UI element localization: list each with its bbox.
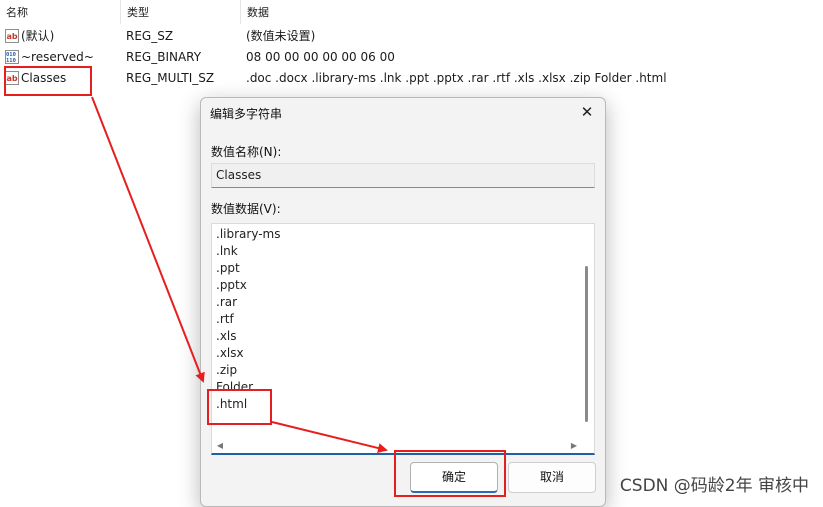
value-type: REG_MULTI_SZ [126, 71, 215, 85]
string-value-icon: ab [5, 29, 19, 43]
value-name: (默认) [21, 29, 55, 43]
value-data-line: Folder [216, 380, 254, 394]
value-data-textarea[interactable]: .library-ms .lnk .ppt .pptx .rar .rtf .x… [211, 223, 595, 455]
value-data-line: .library-ms [216, 227, 281, 241]
svg-text:110: 110 [6, 58, 16, 64]
value-data-lines: .library-ms .lnk .ppt .pptx .rar .rtf .x… [216, 226, 280, 413]
ok-button[interactable]: 确定 [410, 462, 498, 493]
value-data-line: .html [216, 397, 248, 411]
value-data: (数值未设置) [246, 29, 316, 43]
value-name: Classes [21, 71, 67, 85]
vertical-scrollbar[interactable] [580, 224, 594, 438]
value-data: .doc .docx .library-ms .lnk .ppt .pptx .… [246, 71, 667, 85]
cancel-button[interactable]: 取消 [508, 462, 596, 493]
value-name: ~reserved~ [21, 50, 94, 64]
scroll-right-icon[interactable]: ▶ [568, 439, 580, 453]
scrollbar-thumb[interactable] [585, 266, 588, 422]
list-header: 名称 类型 数据 [0, 0, 823, 24]
value-data: 08 00 00 00 00 00 06 00 [246, 50, 395, 64]
value-data-line: .rar [216, 295, 238, 309]
watermark: CSDN @码龄2年 审核中 [619, 476, 809, 496]
value-type: REG_BINARY [126, 50, 202, 64]
dialog-title: 编辑多字符串 [210, 107, 283, 121]
value-data-line: .pptx [216, 278, 247, 292]
value-type: REG_SZ [126, 29, 174, 43]
scroll-left-icon[interactable]: ◀ [214, 439, 226, 453]
value-data-line: .zip [216, 363, 238, 377]
value-data-line: .ppt [216, 261, 240, 275]
value-data-line: .xls [216, 329, 237, 343]
edit-multi-string-dialog: 编辑多字符串 ✕ 数值名称(N): Classes 数值数据(V): .libr… [200, 97, 606, 507]
value-data-label: 数值数据(V): [211, 202, 281, 216]
column-header-name[interactable]: 名称 [0, 0, 120, 24]
close-icon[interactable]: ✕ [575, 101, 599, 123]
value-data-line: .xlsx [216, 346, 244, 360]
value-data-line: .rtf [216, 312, 234, 326]
registry-value-row[interactable]: 010 110 ~reserved~ REG_BINARY 08 00 00 0… [0, 47, 823, 68]
column-header-data[interactable]: 数据 [240, 0, 823, 24]
svg-text:ab: ab [7, 74, 18, 83]
column-header-type[interactable]: 类型 [120, 0, 240, 24]
value-name-field[interactable]: Classes [211, 163, 595, 188]
value-data-line: .lnk [216, 244, 238, 258]
binary-value-icon: 010 110 [5, 50, 19, 64]
registry-value-row[interactable]: ab (默认) REG_SZ (数值未设置) [0, 26, 823, 47]
string-value-icon: ab [5, 71, 19, 85]
registry-value-row[interactable]: ab Classes REG_MULTI_SZ .doc .docx .libr… [0, 68, 823, 89]
annotation-arrow [91, 96, 205, 383]
svg-text:ab: ab [7, 32, 18, 41]
value-name-label: 数值名称(N): [211, 145, 282, 159]
horizontal-scrollbar[interactable]: ◀ ▶ [212, 439, 580, 453]
